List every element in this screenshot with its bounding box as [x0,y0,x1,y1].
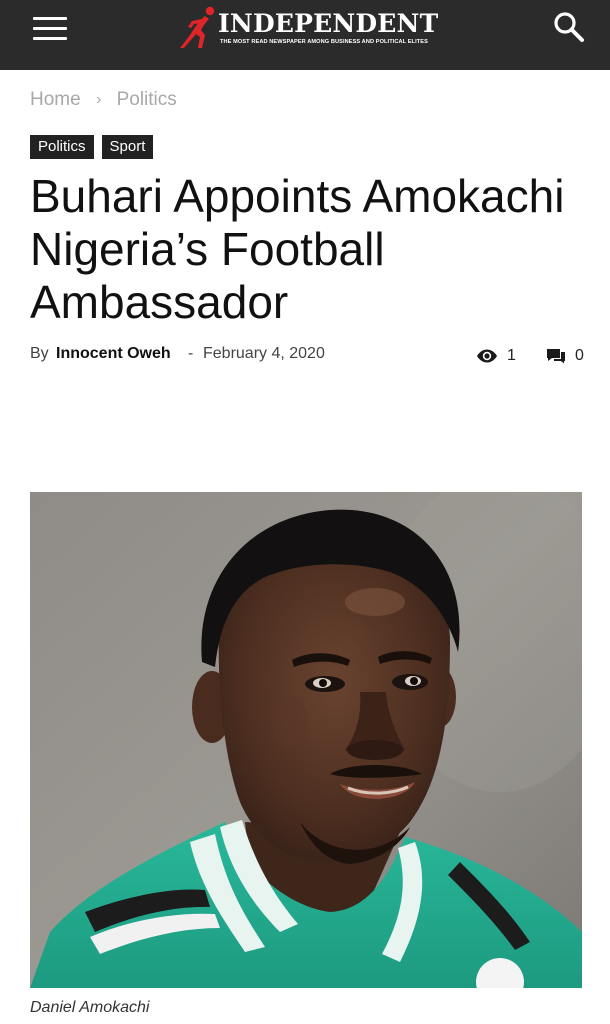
breadcrumb-separator: › [95,91,102,108]
logo-wordmark: INDEPENDENT [218,9,439,38]
top-navigation-bar: INDEPENDENT THE MOST READ NEWSPAPER AMON… [0,0,610,70]
featured-image [30,492,582,988]
publish-date: February 4, 2020 [203,345,325,362]
comment-icon [547,349,565,364]
site-logo[interactable]: INDEPENDENT THE MOST READ NEWSPAPER AMON… [178,6,438,50]
article-title: Buhari Appoints Amokachi Nigeria’s Footb… [30,170,565,328]
comments-count: 0 [575,347,584,364]
search-icon[interactable] [552,10,586,44]
image-caption: Daniel Amokachi [30,999,150,1016]
tag-politics[interactable]: Politics [30,135,94,159]
article-meta: By Innocent Oweh - February 4, 2020 1 0 [30,345,584,367]
breadcrumb-politics-link[interactable]: Politics [117,89,177,110]
hamburger-menu-icon[interactable] [31,14,69,44]
meta-dash: - [188,345,194,362]
runner-logo-icon [180,6,215,48]
eye-icon [477,349,497,363]
tag-sport[interactable]: Sport [101,135,154,159]
breadcrumb-home-link[interactable]: Home [30,89,81,110]
by-label: By [30,345,49,362]
comments-counter[interactable]: 0 [546,345,584,367]
views-counter: 1 [476,345,516,367]
author-link[interactable]: Innocent Oweh [56,345,171,363]
category-tags: Politics Sport [30,135,154,159]
breadcrumb: Home › Politics [30,89,177,111]
views-count: 1 [507,347,516,364]
logo-tagline: THE MOST READ NEWSPAPER AMONG BUSINESS A… [220,39,428,45]
